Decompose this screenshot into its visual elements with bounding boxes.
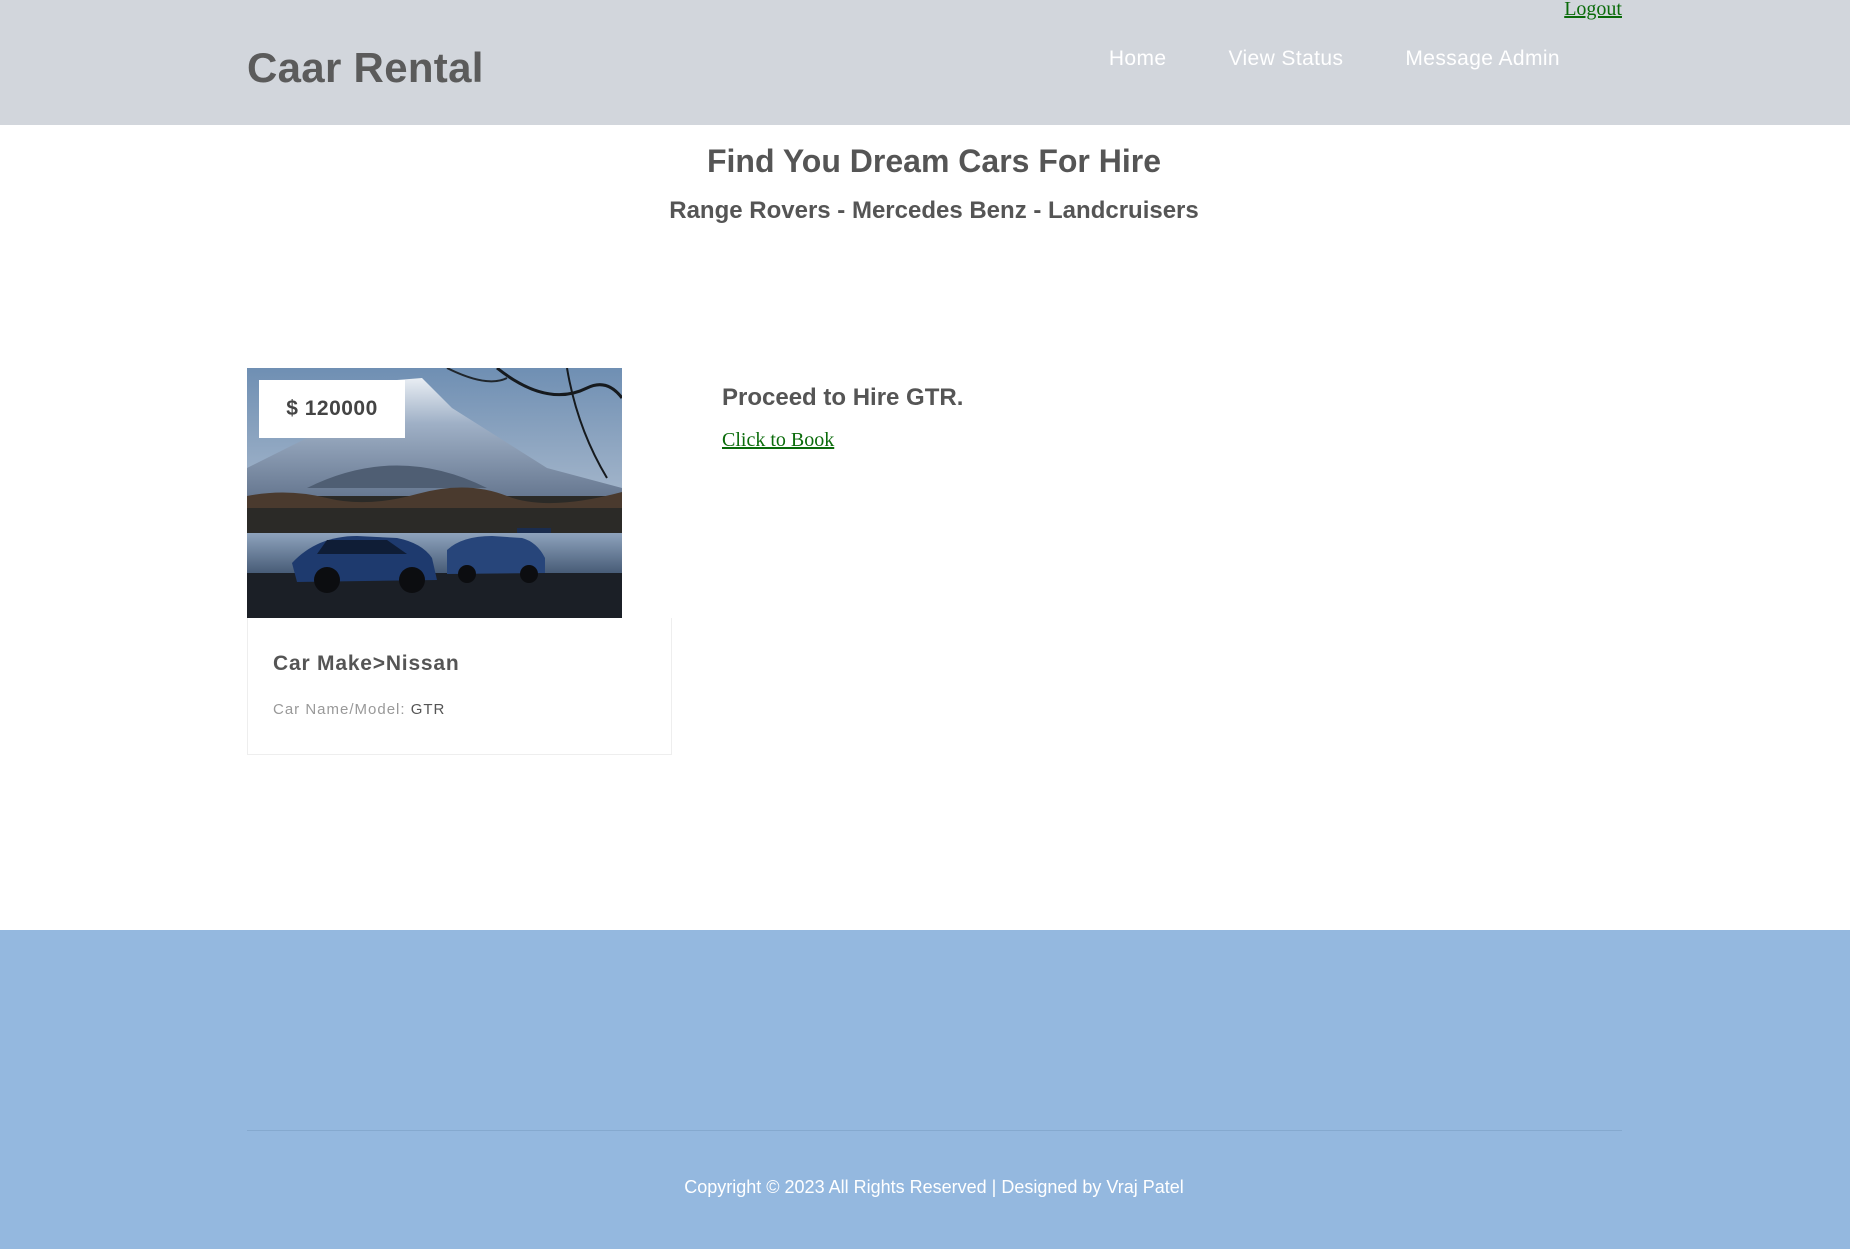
nav-view-status[interactable]: View Status: [1228, 47, 1343, 71]
page-title: Find You Dream Cars For Hire: [706, 143, 1162, 179]
page-footer: Copyright © 2023 All Rights Reserved | D…: [0, 930, 1850, 1249]
car-model-label: Car Name/Model:: [273, 701, 406, 718]
car-model-line: Car Name/Model: GTR: [273, 701, 445, 718]
logout-link[interactable]: Logout: [1564, 0, 1622, 21]
book-link[interactable]: Click to Book: [722, 429, 834, 452]
car-card-details: Car Make>Nissan Car Name/Model: GTR: [247, 618, 672, 755]
nav-message-admin[interactable]: Message Admin: [1405, 47, 1560, 71]
hire-heading: Proceed to Hire GTR.: [722, 384, 964, 411]
copyright-text: Copyright © 2023 All Rights Reserved | D…: [684, 1177, 1184, 1197]
car-make: Car Make>Nissan: [273, 652, 460, 675]
car-model-value: GTR: [410, 701, 446, 718]
top-header: Logout Caar Rental Home View Status Mess…: [0, 0, 1850, 125]
main-nav: Home View Status Message Admin: [1109, 47, 1560, 71]
page-subtitle: Range Rovers - Mercedes Benz - Landcruis…: [669, 197, 1199, 224]
brand-logo[interactable]: Caar Rental: [247, 44, 484, 92]
footer-divider: [247, 1130, 1622, 1131]
price-badge: $ 120000: [259, 380, 405, 438]
nav-home[interactable]: Home: [1109, 47, 1167, 71]
